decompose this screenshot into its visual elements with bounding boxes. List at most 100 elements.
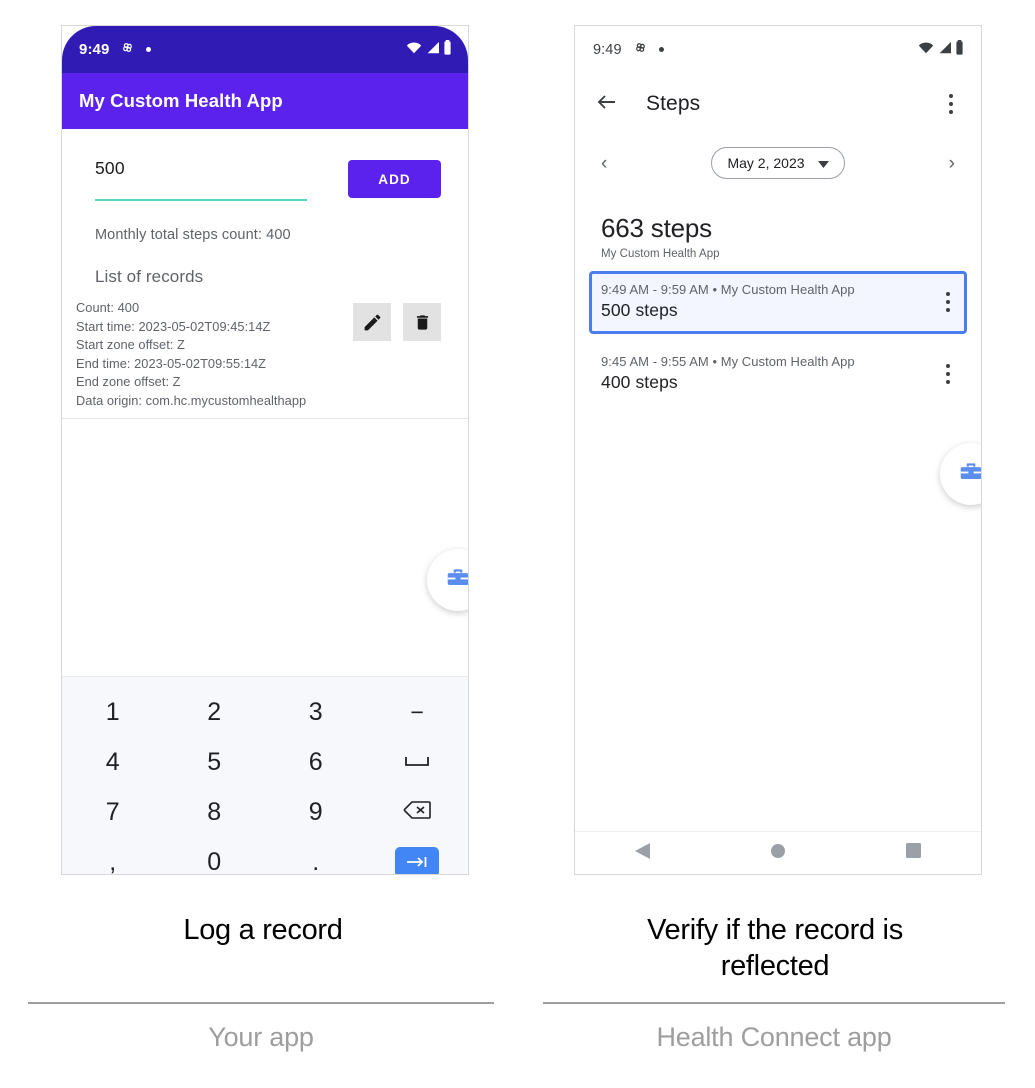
steps-input-field[interactable]: 500	[95, 158, 307, 201]
status-bar: 9:49	[62, 26, 468, 73]
wifi-icon	[918, 41, 934, 59]
record-line: Count: 400	[76, 300, 140, 315]
input-underline	[95, 199, 307, 201]
key-comma[interactable]: ,	[62, 837, 164, 875]
keyboard-row: 4 5 6	[62, 737, 468, 787]
your-app-phone-frame: 9:49 My Custom Health App 500 ADD Monthl…	[61, 25, 469, 875]
battery-icon	[955, 39, 964, 60]
record-line: End zone offset: Z	[76, 374, 181, 389]
recents-icon	[905, 843, 921, 863]
chevron-down-icon	[817, 155, 829, 171]
status-bar-clock: 9:49	[593, 41, 622, 58]
right-caption-line-1: Verify if the record is	[647, 914, 903, 946]
toolbox-icon	[958, 459, 981, 490]
pinwheel-icon	[120, 40, 135, 60]
add-button[interactable]: ADD	[348, 160, 441, 198]
key-9[interactable]: 9	[265, 787, 367, 837]
nav-back-button[interactable]	[575, 842, 710, 865]
key-2[interactable]: 2	[164, 687, 266, 737]
record-line: Start zone offset: Z	[76, 337, 185, 352]
monthly-total-label: Monthly total steps count: 400	[95, 227, 291, 243]
key-period[interactable]: .	[265, 837, 367, 875]
total-steps-value: 663 steps	[601, 213, 712, 243]
record-line: Data origin: com.hc.mycustomhealthapp	[76, 392, 307, 408]
input-row: 500 ADD	[62, 129, 468, 201]
pinwheel-icon	[633, 40, 648, 60]
previous-day-button[interactable]: ‹	[601, 154, 607, 173]
record-steps-value: 500 steps	[601, 300, 678, 320]
record-line: End time: 2023-05-02T09:55:14Z	[76, 355, 267, 371]
toolbox-fab[interactable]	[940, 443, 981, 505]
numeric-keyboard[interactable]: 1 2 3 − 4 5 6 7 8 9 , 0 .	[62, 676, 468, 875]
key-7[interactable]: 7	[62, 787, 164, 837]
key-backspace[interactable]	[367, 787, 469, 837]
keyboard-row: , 0 .	[62, 837, 468, 875]
signal-icon	[425, 41, 440, 59]
total-steps-source: My Custom Health App	[601, 248, 720, 260]
date-navigation: ‹ May 2, 2023 ›	[575, 135, 981, 191]
left-column: 9:49 My Custom Health App 500 ADD Monthl…	[28, 0, 498, 946]
delete-record-button[interactable]	[403, 303, 441, 341]
nav-home-button[interactable]	[710, 843, 845, 864]
key-enter[interactable]	[395, 847, 440, 874]
key-8[interactable]: 8	[164, 787, 266, 837]
record-actions	[353, 297, 454, 410]
back-arrow-icon[interactable]	[595, 90, 619, 119]
record-overflow-icon[interactable]	[938, 363, 958, 384]
record-item: Count: 400 Start time: 2023-05-02T09:45:…	[62, 297, 468, 419]
record-time-range: 9:49 AM - 9:59 AM • My Custom Health App	[601, 282, 855, 297]
record-content: 9:45 AM - 9:55 AM • My Custom Health App…	[601, 354, 938, 393]
date-picker-label: May 2, 2023	[727, 155, 805, 171]
diagram-stage: 9:49 My Custom Health App 500 ADD Monthl…	[0, 0, 1035, 1088]
toolbox-icon	[445, 565, 468, 596]
home-icon	[770, 843, 786, 864]
key-minus[interactable]: −	[367, 687, 469, 737]
left-caption: Log a record	[183, 914, 343, 946]
overflow-menu-icon[interactable]	[941, 94, 961, 114]
steps-input-value: 500	[95, 158, 125, 178]
daily-total: 663 steps My Custom Health App	[575, 191, 981, 260]
signal-icon	[937, 41, 952, 59]
edit-record-button[interactable]	[353, 303, 391, 341]
right-caption-line-2: reflected	[720, 950, 830, 982]
battery-icon	[443, 39, 452, 60]
health-connect-phone-frame: 9:49 Steps ‹ May 2, 2023 › 663 steps My …	[574, 25, 982, 875]
app-bar: Steps	[575, 73, 981, 135]
status-bar-clock: 9:49	[79, 41, 110, 58]
list-of-records-title: List of records	[95, 267, 204, 286]
back-icon	[634, 842, 651, 865]
key-6[interactable]: 6	[265, 737, 367, 787]
records-list: 9:49 AM - 9:59 AM • My Custom Health App…	[575, 260, 981, 406]
keyboard-row: 7 8 9	[62, 787, 468, 837]
dot-indicator-icon	[658, 47, 664, 52]
key-4[interactable]: 4	[62, 737, 164, 787]
left-footer-label: Your app	[208, 1022, 314, 1052]
key-3[interactable]: 3	[265, 687, 367, 737]
key-0[interactable]: 0	[164, 837, 266, 875]
record-line: Start time: 2023-05-02T09:45:14Z	[76, 318, 271, 334]
nav-recents-button[interactable]	[846, 843, 981, 863]
backspace-icon	[403, 798, 432, 827]
status-bar: 9:49	[575, 26, 981, 73]
key-5[interactable]: 5	[164, 737, 266, 787]
right-divider	[543, 1002, 1005, 1004]
record-content: 9:49 AM - 9:59 AM • My Custom Health App…	[601, 282, 938, 321]
record-list-item-selected[interactable]: 9:49 AM - 9:59 AM • My Custom Health App…	[589, 271, 967, 334]
key-1[interactable]: 1	[62, 687, 164, 737]
record-steps-value: 400 steps	[601, 372, 678, 392]
record-time-range: 9:45 AM - 9:55 AM • My Custom Health App	[601, 354, 855, 369]
keyboard-row: 1 2 3 −	[62, 687, 468, 737]
record-details: Count: 400 Start time: 2023-05-02T09:45:…	[76, 297, 353, 410]
wifi-icon	[406, 41, 422, 59]
date-picker-chip[interactable]: May 2, 2023	[711, 147, 845, 179]
right-caption: Verify if the record is reflected	[540, 912, 1010, 984]
toolbox-fab[interactable]	[427, 549, 468, 611]
key-space[interactable]	[367, 737, 469, 787]
record-overflow-icon[interactable]	[938, 291, 958, 312]
dot-indicator-icon	[146, 47, 152, 52]
right-column: 9:49 Steps ‹ May 2, 2023 › 663 steps My …	[540, 0, 1010, 982]
system-nav-bar	[575, 831, 981, 874]
next-day-button[interactable]: ›	[949, 154, 955, 173]
record-list-item[interactable]: 9:45 AM - 9:55 AM • My Custom Health App…	[589, 343, 967, 406]
left-divider	[28, 1002, 494, 1004]
